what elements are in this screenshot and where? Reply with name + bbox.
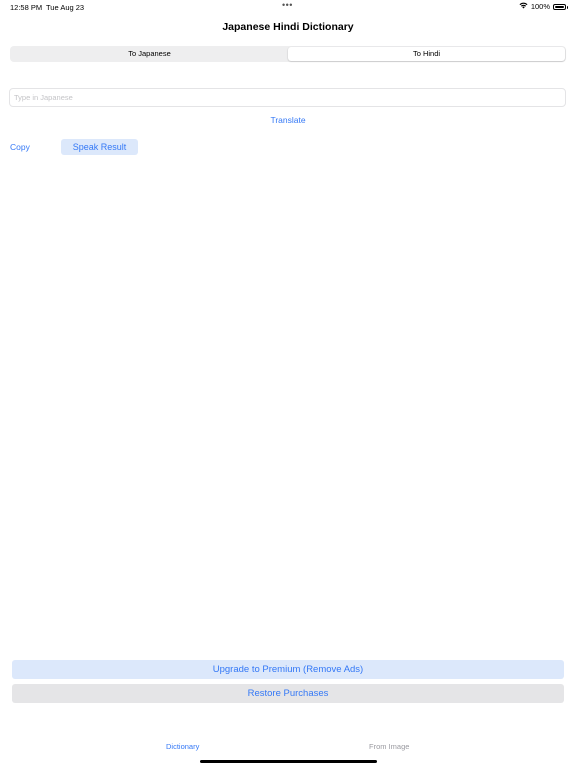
status-indicators: 100% [519,2,568,11]
direction-segmented-control[interactable]: To Japanese To Hindi [10,46,566,62]
segment-to-japanese[interactable]: To Japanese [11,47,288,61]
battery-icon [553,3,568,10]
multitasking-dots[interactable]: ••• [282,0,293,10]
japanese-input[interactable]: Type in Japanese [9,88,566,107]
restore-purchases-button[interactable]: Restore Purchases [12,684,564,703]
tab-from-image[interactable]: From Image [369,742,409,751]
upgrade-premium-button[interactable]: Upgrade to Premium (Remove Ads) [12,660,564,679]
translate-button[interactable]: Translate [0,115,576,125]
status-date: Tue Aug 23 [46,3,85,12]
speak-result-button[interactable]: Speak Result [61,139,138,155]
status-bar: 12:58 PM Tue Aug 23 ••• 100% [0,0,576,14]
tab-dictionary[interactable]: Dictionary [166,742,199,751]
status-time: 12:58 PM [10,3,43,12]
home-indicator[interactable] [200,760,377,763]
battery-percentage: 100% [530,2,550,11]
page-title: Japanese Hindi Dictionary [222,21,354,33]
segment-to-hindi[interactable]: To Hindi [288,47,565,61]
wifi-icon [519,2,528,11]
copy-button[interactable]: Copy [10,142,30,152]
